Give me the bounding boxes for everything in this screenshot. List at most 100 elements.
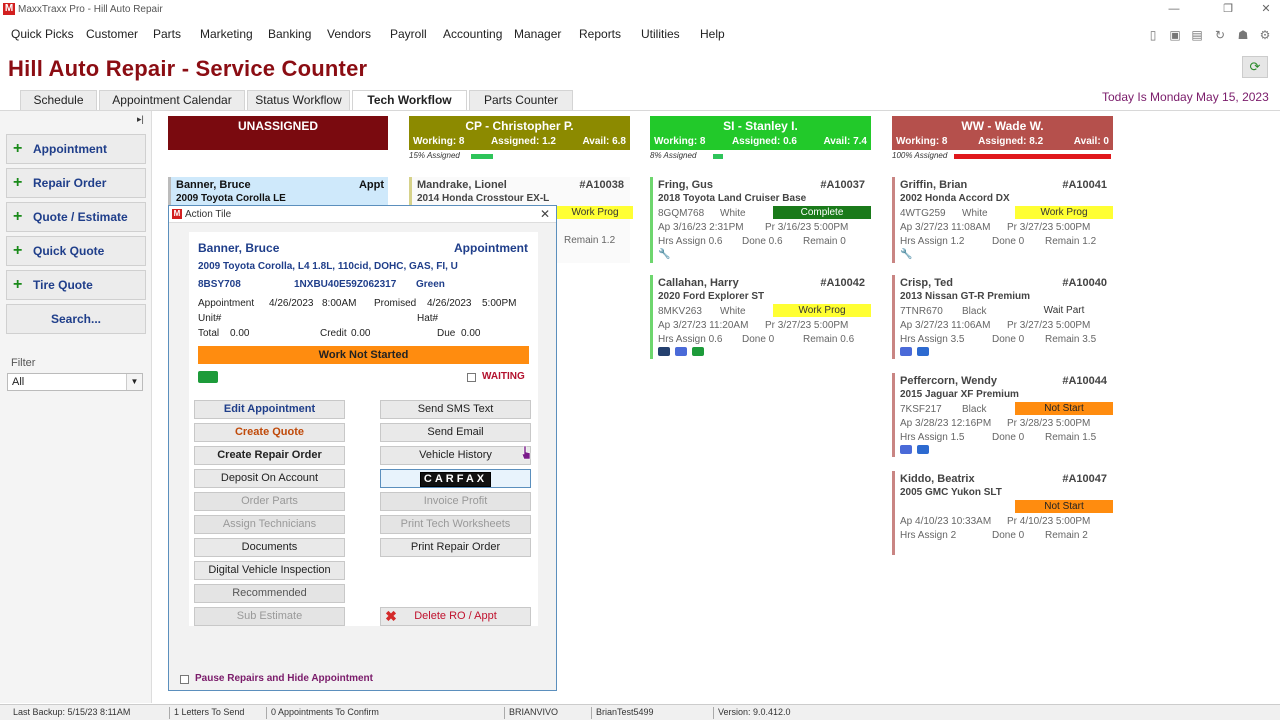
card-hrs: Hrs Assign 0.6 <box>658 334 723 345</box>
quick-quote-button[interactable]: + Quick Quote <box>6 236 146 266</box>
assigned-bar <box>471 154 493 159</box>
card-done: Done 0 <box>992 334 1025 345</box>
user-icon[interactable]: ☗ <box>1236 28 1250 42</box>
menu-manager[interactable]: Manager <box>514 27 561 41</box>
status-badge: Work Prog <box>773 304 871 317</box>
tab-tech-workflow[interactable]: Tech Workflow <box>352 90 467 111</box>
card-appt: Ap 3/27/23 11:06AM <box>900 320 991 331</box>
status-badge: Work Prog <box>1015 206 1113 219</box>
dialog-title-bar: M Action Tile ✕ <box>169 206 556 223</box>
appt-time: 8:00AM <box>322 298 357 309</box>
close-icon[interactable]: ✕ <box>540 207 550 221</box>
menu-utilities[interactable]: Utilities <box>641 27 680 41</box>
send-email-button[interactable]: Send Email <box>380 423 531 442</box>
save-icon[interactable]: ▣ <box>1168 28 1182 42</box>
deposit-on-account-button[interactable]: Deposit On Account <box>194 469 345 488</box>
button-label: Search... <box>50 312 102 326</box>
print-tech-worksheets-button[interactable]: Print Tech Worksheets <box>380 515 531 534</box>
document-icon[interactable]: ▯ <box>1146 28 1160 42</box>
card-number: #A10037 <box>820 179 865 191</box>
tire-quote-button[interactable]: + Tire Quote <box>6 270 146 300</box>
card-number: #A10047 <box>1062 473 1107 485</box>
edit-appointment-button[interactable]: Edit Appointment <box>194 400 345 419</box>
last-backup: Last Backup: 5/15/23 8:11AM <box>13 707 131 717</box>
filter-select[interactable]: All ▼ <box>7 373 143 391</box>
repair-card-a10047[interactable]: Kiddo, Beatrix #A10047 2005 GMC Yukon SL… <box>892 471 1113 555</box>
card-remain: Remain 1.5 <box>1045 432 1097 443</box>
close-icon[interactable]: ✕ <box>1256 2 1276 16</box>
search-button[interactable]: Search... <box>6 304 146 334</box>
card-icons <box>658 347 868 359</box>
tab-status-workflow[interactable]: Status Workflow <box>247 90 350 110</box>
digital-vehicle-inspection-button[interactable]: Digital Vehicle Inspection <box>194 561 345 580</box>
card-number: #A10040 <box>1062 277 1107 289</box>
vehicle-history-button[interactable]: Vehicle History <box>380 446 531 465</box>
gear-icon[interactable]: ⚙ <box>1258 28 1272 42</box>
new-repair-order-button[interactable]: + Repair Order <box>6 168 146 198</box>
card-hrs: Hrs Assign 2 <box>900 530 957 541</box>
card-plate: 8GQM768 <box>658 208 705 219</box>
delete-ro-button[interactable]: ✖ Delete RO / Appt <box>380 607 531 626</box>
order-parts-button[interactable]: Order Parts <box>194 492 345 511</box>
refresh-icon[interactable]: ⟳ <box>1242 56 1268 78</box>
menu-accounting[interactable]: Accounting <box>443 27 502 41</box>
letters-to-send[interactable]: 1 Letters To Send <box>169 707 244 719</box>
card-color: White <box>720 208 746 219</box>
menu-quick-picks[interactable]: Quick Picks <box>11 27 74 41</box>
minimize-icon[interactable]: — <box>1164 2 1184 16</box>
invoice-profit-button[interactable]: Invoice Profit <box>380 492 531 511</box>
repair-card-a10040[interactable]: Crisp, Ted #A10040 2013 Nissan GT-R Prem… <box>892 275 1113 359</box>
column-unassigned: UNASSIGNED <box>168 116 388 150</box>
status-bar: Last Backup: 5/15/23 8:11AM 1 Letters To… <box>0 704 1280 720</box>
assign-technicians-button[interactable]: Assign Technicians <box>194 515 345 534</box>
tab-schedule[interactable]: Schedule <box>20 90 97 110</box>
new-quote-button[interactable]: + Quote / Estimate <box>6 202 146 232</box>
card-promised: Pr 3/27/23 5:00PM <box>765 320 849 331</box>
filter-value: All <box>12 376 25 388</box>
sub-estimate-button[interactable]: Sub Estimate <box>194 607 345 626</box>
plus-icon: + <box>13 174 23 191</box>
menu-customer[interactable]: Customer <box>86 27 138 41</box>
due-label: Due <box>437 328 456 339</box>
repair-card-a10041[interactable]: Griffin, Brian #A10041 2002 Honda Accord… <box>892 177 1113 263</box>
card-promised: Pr 3/28/23 5:00PM <box>1007 418 1091 429</box>
carfax-button[interactable]: CARFAX <box>380 469 531 488</box>
repair-card-a10044[interactable]: Peffercorn, Wendy #A10044 2015 Jaguar XF… <box>892 373 1113 457</box>
clipboard-icon[interactable]: ▤ <box>1190 28 1204 42</box>
card-vehicle: 2002 Honda Accord DX <box>900 193 1010 204</box>
menu-vendors[interactable]: Vendors <box>327 27 371 41</box>
tab-appointment-calendar[interactable]: Appointment Calendar <box>99 90 245 110</box>
van-icon <box>675 347 687 356</box>
create-quote-button[interactable]: Create Quote <box>194 423 345 442</box>
record-type: Appointment <box>454 241 528 255</box>
menu-parts[interactable]: Parts <box>153 27 181 41</box>
restore-icon[interactable]: ❐ <box>1218 2 1238 16</box>
sync-icon[interactable]: ↻ <box>1213 28 1227 42</box>
card-appt: Ap 3/16/23 2:31PM <box>658 222 744 233</box>
new-appointment-button[interactable]: + Appointment <box>6 134 146 164</box>
pin-icon[interactable]: ▸| <box>137 114 144 125</box>
menu-help[interactable]: Help <box>700 27 725 41</box>
recommended-button[interactable]: Recommended <box>194 584 345 603</box>
print-repair-order-button[interactable]: Print Repair Order <box>380 538 531 557</box>
menu-reports[interactable]: Reports <box>579 27 621 41</box>
appointments-to-confirm[interactable]: 0 Appointments To Confirm <box>266 707 379 719</box>
send-sms-button[interactable]: Send SMS Text <box>380 400 531 419</box>
tab-parts-counter[interactable]: Parts Counter <box>469 90 573 110</box>
hat-label: Hat# <box>417 313 439 324</box>
repair-card-a10042[interactable]: Callahan, Harry #A10042 2020 Ford Explor… <box>650 275 871 359</box>
working-hours: Working: 8 <box>413 136 465 147</box>
assigned-pct: 15% Assigned <box>409 151 460 160</box>
repair-card-a10037[interactable]: Fring, Gus #A10037 2018 Toyota Land Crui… <box>650 177 871 263</box>
menu-payroll[interactable]: Payroll <box>390 27 427 41</box>
pause-repairs-checkbox[interactable] <box>180 675 189 684</box>
menu-marketing[interactable]: Marketing <box>200 27 253 41</box>
van-icon <box>900 347 912 356</box>
waiting-checkbox[interactable] <box>467 373 476 382</box>
card-color: White <box>962 208 988 219</box>
documents-button[interactable]: Documents <box>194 538 345 557</box>
menu-banking[interactable]: Banking <box>268 27 311 41</box>
working-hours: Working: 8 <box>896 136 948 147</box>
card-color: Black <box>962 404 987 415</box>
create-repair-order-button[interactable]: Create Repair Order <box>194 446 345 465</box>
